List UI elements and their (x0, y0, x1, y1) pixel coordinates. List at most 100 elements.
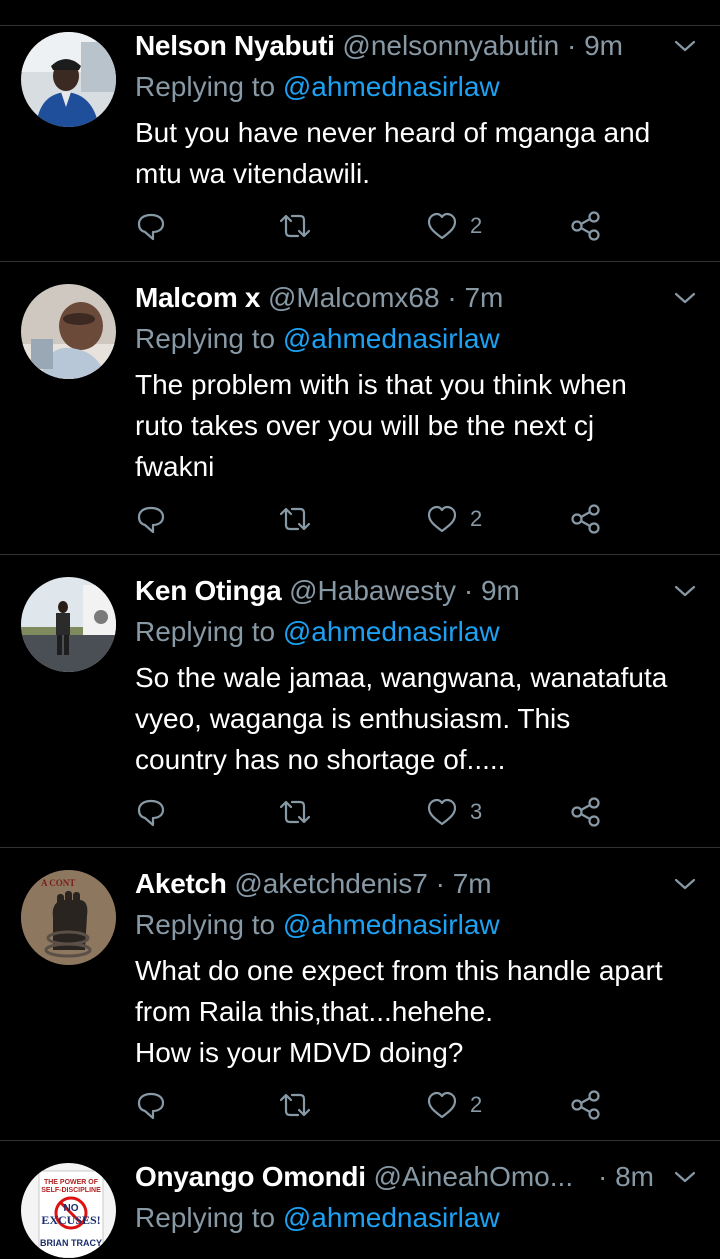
tweet-header: Ken Otinga @Habawesty · 9m (135, 571, 665, 611)
action-bar: 2 (0, 499, 720, 539)
share-icon (571, 797, 600, 827)
timestamp[interactable]: 9m (481, 575, 520, 606)
avatar[interactable]: A CONT (21, 870, 116, 965)
tweet-text: But you have never heard of mganga and m… (135, 117, 651, 189)
replying-to-line: Replying to @ahmednasirlaw (135, 66, 705, 108)
author-handle[interactable]: @Habawesty (289, 575, 456, 606)
share-button[interactable] (570, 1085, 602, 1125)
book-cover-line: EXCUSES! (41, 1213, 100, 1227)
replying-to-line: Replying to @ahmednasirlaw (135, 1197, 705, 1239)
chevron-down-icon[interactable] (672, 36, 698, 56)
author-name[interactable]: Ken Otinga (135, 575, 282, 606)
replying-to-label: Replying to (135, 1202, 276, 1233)
divider (0, 554, 720, 555)
replying-to-mention[interactable]: @ahmednasirlaw (283, 71, 500, 102)
tweet-text: The problem with is that you think when … (135, 369, 627, 482)
like-button[interactable] (426, 499, 458, 539)
share-button[interactable] (570, 206, 602, 246)
avatar-caption: A CONT (41, 878, 75, 888)
retweet-button[interactable] (278, 1085, 312, 1125)
avatar-image (21, 32, 116, 127)
like-button[interactable] (426, 792, 458, 832)
avatar[interactable] (21, 32, 116, 127)
timestamp[interactable]: 8m (615, 1161, 654, 1192)
tweet-header: Nelson Nyabuti @nelsonnyabutin · 9m (135, 26, 665, 66)
tweet-text: So the wale jamaa, wangwana, wanatafuta … (135, 662, 668, 775)
reply-tweet[interactable]: A CONT Aketch @aketchdenis7 · 7m Replyin… (0, 864, 720, 1141)
avatar-image: THE POWER OF SELF-DISCIPLINE NO EXCUSES!… (21, 1163, 116, 1258)
avatar[interactable]: THE POWER OF SELF-DISCIPLINE NO EXCUSES!… (21, 1163, 116, 1258)
avatar[interactable] (21, 284, 116, 379)
replying-to-line: Replying to @ahmednasirlaw (135, 611, 705, 653)
reply-button[interactable] (136, 1085, 166, 1125)
book-cover-line: BRIAN TRACY (40, 1238, 102, 1248)
like-button[interactable] (426, 206, 458, 246)
reply-tweet[interactable]: Nelson Nyabuti @nelsonnyabutin · 9m Repl… (0, 26, 720, 262)
reply-tweet[interactable]: THE POWER OF SELF-DISCIPLINE NO EXCUSES!… (0, 1157, 720, 1259)
author-name[interactable]: Nelson Nyabuti (135, 30, 335, 61)
replying-to-label: Replying to (135, 909, 276, 940)
author-name[interactable]: Onyango Omondi (135, 1161, 366, 1192)
tweet-header: Malcom x @Malcomx68 · 7m (135, 278, 665, 318)
reply-icon (137, 1092, 165, 1120)
timestamp[interactable]: 7m (453, 868, 492, 899)
action-bar: 2 (0, 1085, 720, 1125)
timestamp[interactable]: 9m (584, 30, 623, 61)
replying-to-mention[interactable]: @ahmednasirlaw (283, 909, 500, 940)
share-button[interactable] (570, 792, 602, 832)
chevron-down-icon[interactable] (672, 581, 698, 601)
replying-to-mention[interactable]: @ahmednasirlaw (283, 616, 500, 647)
avatar[interactable] (21, 577, 116, 672)
replies-feed: Nelson Nyabuti @nelsonnyabutin · 9m Repl… (0, 0, 720, 1259)
tweet-header: Aketch @aketchdenis7 · 7m (135, 864, 665, 904)
avatar-image (21, 577, 116, 672)
like-count: 2 (470, 213, 483, 238)
reply-icon (137, 506, 165, 534)
replying-to-line: Replying to @ahmednasirlaw (135, 318, 705, 360)
author-name[interactable]: Aketch (135, 868, 227, 899)
share-icon (571, 211, 600, 241)
reply-tweet[interactable]: Malcom x @Malcomx68 · 7m Replying to @ah… (0, 278, 720, 555)
chevron-down-icon[interactable] (672, 1167, 698, 1187)
retweet-button[interactable] (278, 206, 312, 246)
chevron-down-icon[interactable] (672, 874, 698, 894)
timestamp[interactable]: 7m (464, 282, 503, 313)
share-button[interactable] (570, 499, 602, 539)
like-icon (427, 505, 457, 533)
replying-to-line: Replying to @ahmednasirlaw (135, 904, 705, 946)
author-handle[interactable]: @nelsonnyabutin (342, 30, 559, 61)
like-icon (427, 1091, 457, 1119)
replying-to-mention[interactable]: @ahmednasirlaw (283, 1202, 500, 1233)
reply-tweet[interactable]: Ken Otinga @Habawesty · 9m Replying to @… (0, 571, 720, 848)
reply-icon (137, 213, 165, 241)
share-icon (571, 504, 600, 534)
share-icon (571, 1090, 600, 1120)
reply-button[interactable] (136, 499, 166, 539)
author-handle[interactable]: @aketchdenis7 (234, 868, 427, 899)
author-name[interactable]: Malcom x (135, 282, 261, 313)
avatar-image: A CONT (21, 870, 116, 965)
like-count: 2 (470, 506, 483, 531)
action-bar: 3 (0, 792, 720, 832)
like-count: 3 (470, 799, 483, 824)
author-handle[interactable]: @Malcomx68 (268, 282, 440, 313)
like-icon (427, 212, 457, 240)
replying-to-label: Replying to (135, 71, 276, 102)
divider (0, 847, 720, 848)
replying-to-label: Replying to (135, 616, 276, 647)
author-handle[interactable]: @AineahOmo... (373, 1161, 573, 1192)
book-cover-line: THE POWER OF (44, 1179, 99, 1186)
avatar-image (21, 284, 116, 379)
retweet-button[interactable] (278, 792, 312, 832)
retweet-icon (279, 507, 311, 531)
separator-dot: · (566, 30, 577, 61)
reply-icon (137, 799, 165, 827)
reply-button[interactable] (136, 206, 166, 246)
chevron-down-icon[interactable] (672, 288, 698, 308)
reply-button[interactable] (136, 792, 166, 832)
book-cover-line: SELF-DISCIPLINE (41, 1187, 101, 1194)
separator-dot: · (447, 282, 457, 313)
retweet-button[interactable] (278, 499, 312, 539)
replying-to-mention[interactable]: @ahmednasirlaw (283, 323, 500, 354)
like-button[interactable] (426, 1085, 458, 1125)
